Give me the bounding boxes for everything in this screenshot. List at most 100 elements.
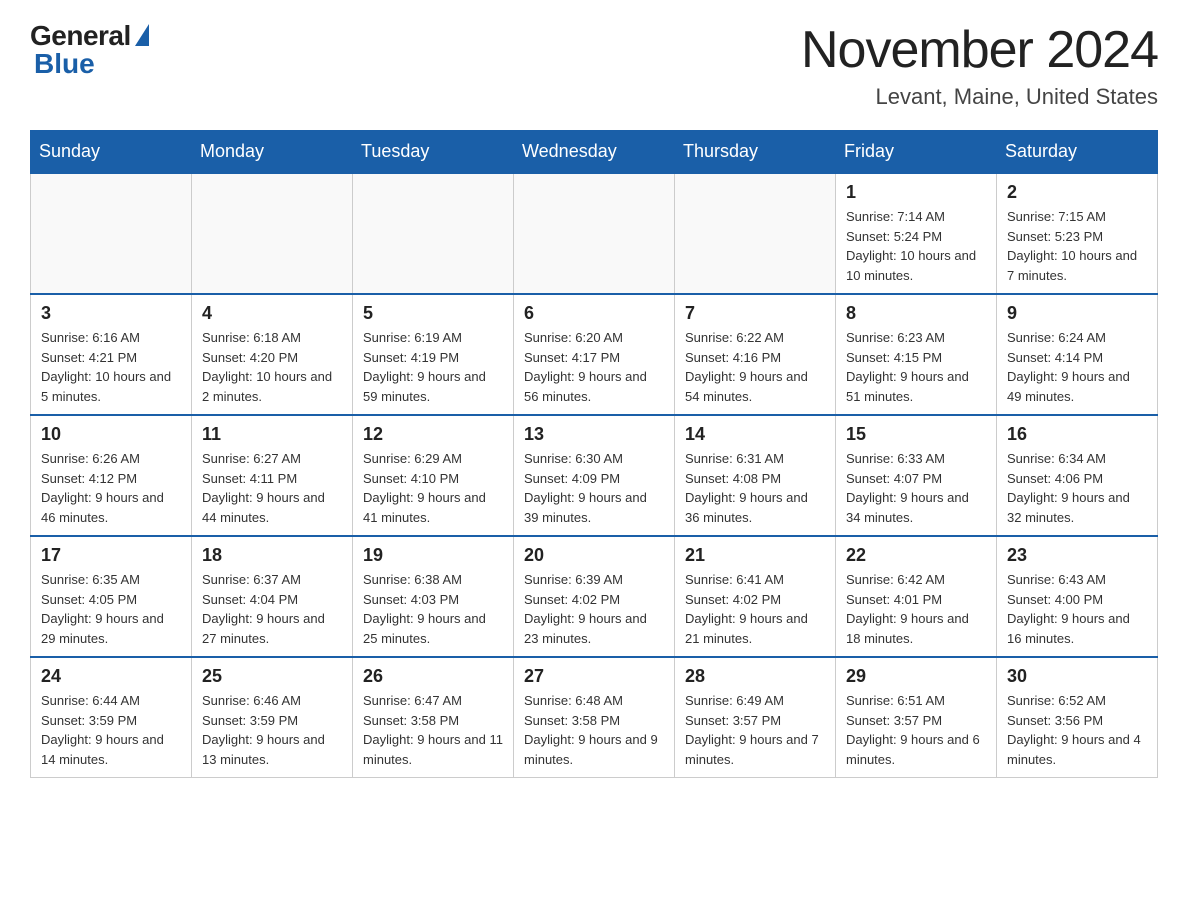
day-number: 19 bbox=[363, 545, 503, 566]
day-number: 28 bbox=[685, 666, 825, 687]
calendar-cell: 23Sunrise: 6:43 AMSunset: 4:00 PMDayligh… bbox=[997, 536, 1158, 657]
day-info: Sunrise: 6:44 AMSunset: 3:59 PMDaylight:… bbox=[41, 691, 181, 769]
day-number: 21 bbox=[685, 545, 825, 566]
day-info: Sunrise: 6:23 AMSunset: 4:15 PMDaylight:… bbox=[846, 328, 986, 406]
calendar-cell bbox=[514, 173, 675, 294]
weekday-header-tuesday: Tuesday bbox=[353, 131, 514, 174]
weekday-header-row: SundayMondayTuesdayWednesdayThursdayFrid… bbox=[31, 131, 1158, 174]
day-number: 20 bbox=[524, 545, 664, 566]
week-row-2: 3 Sunrise: 6:16 AMSunset: 4:21 PMDaylight… bbox=[31, 294, 1158, 415]
calendar-cell: 26Sunrise: 6:47 AMSunset: 3:58 PMDayligh… bbox=[353, 657, 514, 778]
calendar-cell: 17Sunrise: 6:35 AMSunset: 4:05 PMDayligh… bbox=[31, 536, 192, 657]
day-number: 3 bbox=[41, 303, 181, 324]
location-subtitle: Levant, Maine, United States bbox=[801, 84, 1158, 110]
calendar-cell: 29 Sunrise: 6:51 AMSunset: 3:57 PMDayligh… bbox=[836, 657, 997, 778]
day-number: 14 bbox=[685, 424, 825, 445]
weekday-header-monday: Monday bbox=[192, 131, 353, 174]
day-info: Sunrise: 6:27 AMSunset: 4:11 PMDaylight:… bbox=[202, 449, 342, 527]
calendar-cell: 28 Sunrise: 6:49 AMSunset: 3:57 PMDayligh… bbox=[675, 657, 836, 778]
calendar-cell bbox=[675, 173, 836, 294]
calendar-cell: 21 Sunrise: 6:41 AMSunset: 4:02 PMDayligh… bbox=[675, 536, 836, 657]
day-number: 6 bbox=[524, 303, 664, 324]
logo-blue-text: Blue bbox=[30, 48, 95, 80]
day-info: Sunrise: 6:39 AMSunset: 4:02 PMDaylight:… bbox=[524, 570, 664, 648]
day-info: Sunrise: 6:20 AMSunset: 4:17 PMDaylight:… bbox=[524, 328, 664, 406]
calendar-cell: 5Sunrise: 6:19 AMSunset: 4:19 PMDaylight… bbox=[353, 294, 514, 415]
day-number: 16 bbox=[1007, 424, 1147, 445]
calendar-cell: 10Sunrise: 6:26 AMSunset: 4:12 PMDayligh… bbox=[31, 415, 192, 536]
day-number: 17 bbox=[41, 545, 181, 566]
calendar-cell: 6 Sunrise: 6:20 AMSunset: 4:17 PMDaylight… bbox=[514, 294, 675, 415]
day-info: Sunrise: 7:15 AMSunset: 5:23 PMDaylight:… bbox=[1007, 207, 1147, 285]
day-number: 5 bbox=[363, 303, 503, 324]
weekday-header-saturday: Saturday bbox=[997, 131, 1158, 174]
day-info: Sunrise: 6:47 AMSunset: 3:58 PMDaylight:… bbox=[363, 691, 503, 769]
day-info: Sunrise: 6:46 AMSunset: 3:59 PMDaylight:… bbox=[202, 691, 342, 769]
day-info: Sunrise: 6:24 AMSunset: 4:14 PMDaylight:… bbox=[1007, 328, 1147, 406]
day-number: 22 bbox=[846, 545, 986, 566]
week-row-5: 24 Sunrise: 6:44 AMSunset: 3:59 PMDayligh… bbox=[31, 657, 1158, 778]
month-title: November 2024 bbox=[801, 20, 1158, 80]
day-info: Sunrise: 6:48 AMSunset: 3:58 PMDaylight:… bbox=[524, 691, 664, 769]
week-row-4: 17Sunrise: 6:35 AMSunset: 4:05 PMDayligh… bbox=[31, 536, 1158, 657]
day-info: Sunrise: 6:51 AMSunset: 3:57 PMDaylight:… bbox=[846, 691, 986, 769]
calendar-cell: 25Sunrise: 6:46 AMSunset: 3:59 PMDayligh… bbox=[192, 657, 353, 778]
calendar-cell: 22 Sunrise: 6:42 AMSunset: 4:01 PMDayligh… bbox=[836, 536, 997, 657]
day-info: Sunrise: 6:34 AMSunset: 4:06 PMDaylight:… bbox=[1007, 449, 1147, 527]
day-number: 1 bbox=[846, 182, 986, 203]
day-info: Sunrise: 6:22 AMSunset: 4:16 PMDaylight:… bbox=[685, 328, 825, 406]
day-number: 2 bbox=[1007, 182, 1147, 203]
day-info: Sunrise: 6:49 AMSunset: 3:57 PMDaylight:… bbox=[685, 691, 825, 769]
day-number: 4 bbox=[202, 303, 342, 324]
day-number: 12 bbox=[363, 424, 503, 445]
calendar-cell: 11 Sunrise: 6:27 AMSunset: 4:11 PMDayligh… bbox=[192, 415, 353, 536]
day-info: Sunrise: 6:42 AMSunset: 4:01 PMDaylight:… bbox=[846, 570, 986, 648]
day-number: 11 bbox=[202, 424, 342, 445]
day-info: Sunrise: 6:41 AMSunset: 4:02 PMDaylight:… bbox=[685, 570, 825, 648]
weekday-header-friday: Friday bbox=[836, 131, 997, 174]
day-info: Sunrise: 6:29 AMSunset: 4:10 PMDaylight:… bbox=[363, 449, 503, 527]
day-number: 18 bbox=[202, 545, 342, 566]
calendar-cell: 14 Sunrise: 6:31 AMSunset: 4:08 PMDayligh… bbox=[675, 415, 836, 536]
day-number: 13 bbox=[524, 424, 664, 445]
calendar-cell: 13 Sunrise: 6:30 AMSunset: 4:09 PMDayligh… bbox=[514, 415, 675, 536]
calendar-cell: 1Sunrise: 7:14 AMSunset: 5:24 PMDaylight… bbox=[836, 173, 997, 294]
calendar-cell: 7 Sunrise: 6:22 AMSunset: 4:16 PMDaylight… bbox=[675, 294, 836, 415]
day-number: 7 bbox=[685, 303, 825, 324]
calendar-cell: 9 Sunrise: 6:24 AMSunset: 4:14 PMDaylight… bbox=[997, 294, 1158, 415]
week-row-3: 10Sunrise: 6:26 AMSunset: 4:12 PMDayligh… bbox=[31, 415, 1158, 536]
day-info: Sunrise: 6:38 AMSunset: 4:03 PMDaylight:… bbox=[363, 570, 503, 648]
calendar-cell: 3 Sunrise: 6:16 AMSunset: 4:21 PMDaylight… bbox=[31, 294, 192, 415]
day-info: Sunrise: 6:37 AMSunset: 4:04 PMDaylight:… bbox=[202, 570, 342, 648]
calendar-table: SundayMondayTuesdayWednesdayThursdayFrid… bbox=[30, 130, 1158, 778]
calendar-cell: 18 Sunrise: 6:37 AMSunset: 4:04 PMDayligh… bbox=[192, 536, 353, 657]
page-header: General Blue November 2024 Levant, Maine… bbox=[30, 20, 1158, 110]
calendar-cell: 20 Sunrise: 6:39 AMSunset: 4:02 PMDayligh… bbox=[514, 536, 675, 657]
calendar-cell: 15Sunrise: 6:33 AMSunset: 4:07 PMDayligh… bbox=[836, 415, 997, 536]
day-number: 27 bbox=[524, 666, 664, 687]
calendar-cell: 4 Sunrise: 6:18 AMSunset: 4:20 PMDaylight… bbox=[192, 294, 353, 415]
logo-triangle-icon bbox=[135, 24, 149, 46]
week-row-1: 1Sunrise: 7:14 AMSunset: 5:24 PMDaylight… bbox=[31, 173, 1158, 294]
calendar-cell: 16 Sunrise: 6:34 AMSunset: 4:06 PMDayligh… bbox=[997, 415, 1158, 536]
day-number: 9 bbox=[1007, 303, 1147, 324]
weekday-header-wednesday: Wednesday bbox=[514, 131, 675, 174]
calendar-cell: 2 Sunrise: 7:15 AMSunset: 5:23 PMDaylight… bbox=[997, 173, 1158, 294]
day-number: 23 bbox=[1007, 545, 1147, 566]
day-info: Sunrise: 6:30 AMSunset: 4:09 PMDaylight:… bbox=[524, 449, 664, 527]
day-info: Sunrise: 6:31 AMSunset: 4:08 PMDaylight:… bbox=[685, 449, 825, 527]
logo: General Blue bbox=[30, 20, 149, 80]
day-number: 24 bbox=[41, 666, 181, 687]
calendar-cell bbox=[353, 173, 514, 294]
weekday-header-thursday: Thursday bbox=[675, 131, 836, 174]
day-info: Sunrise: 6:18 AMSunset: 4:20 PMDaylight:… bbox=[202, 328, 342, 406]
calendar-cell: 12 Sunrise: 6:29 AMSunset: 4:10 PMDayligh… bbox=[353, 415, 514, 536]
weekday-header-sunday: Sunday bbox=[31, 131, 192, 174]
day-info: Sunrise: 6:16 AMSunset: 4:21 PMDaylight:… bbox=[41, 328, 181, 406]
calendar-cell: 8 Sunrise: 6:23 AMSunset: 4:15 PMDaylight… bbox=[836, 294, 997, 415]
day-number: 30 bbox=[1007, 666, 1147, 687]
day-info: Sunrise: 6:52 AMSunset: 3:56 PMDaylight:… bbox=[1007, 691, 1147, 769]
day-number: 29 bbox=[846, 666, 986, 687]
day-number: 8 bbox=[846, 303, 986, 324]
calendar-cell: 30 Sunrise: 6:52 AMSunset: 3:56 PMDayligh… bbox=[997, 657, 1158, 778]
